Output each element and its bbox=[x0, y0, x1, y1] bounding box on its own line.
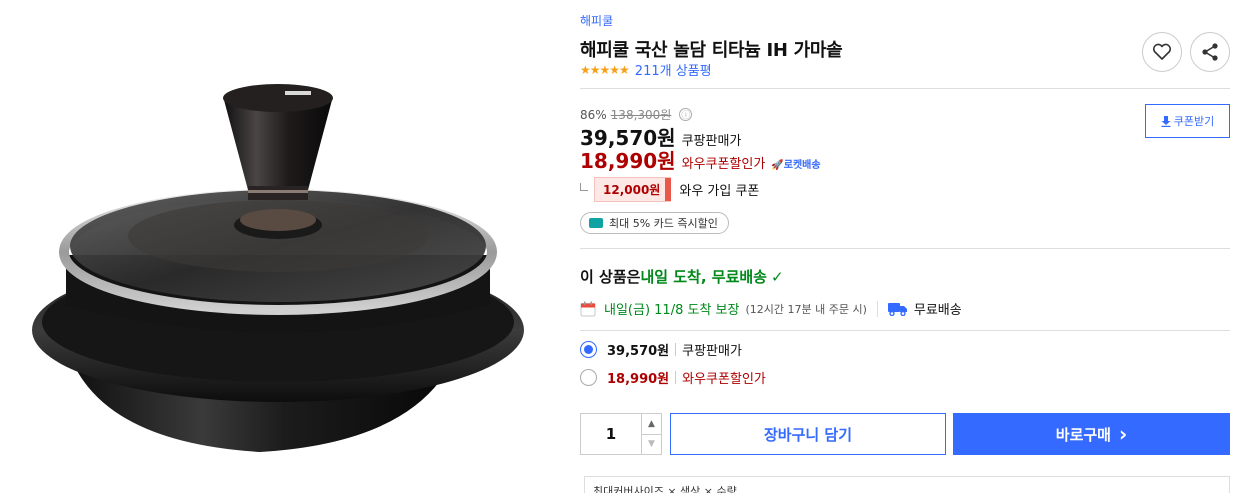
wow-price-row: 18,990원 와우쿠폰할인가 🚀로켓배송 bbox=[580, 145, 821, 174]
separator bbox=[876, 300, 878, 317]
arrival-date: 내일(금) 11/8 도착 보장 bbox=[604, 303, 740, 318]
rating-row[interactable]: ★★★★★ 211개 상품평 bbox=[580, 60, 712, 80]
rocket-delivery-badge: 🚀로켓배송 bbox=[771, 160, 821, 171]
discount-row: 86% 138,300원 ⓘ bbox=[580, 106, 693, 123]
like-button[interactable] bbox=[1142, 32, 1182, 72]
card-discount-badge[interactable]: 최대 5% 카드 즉시할인 bbox=[580, 212, 729, 234]
wow-price-label: 와우쿠폰할인가 bbox=[681, 157, 766, 172]
check-icon: ✓ bbox=[770, 267, 784, 286]
calendar-icon bbox=[580, 301, 596, 316]
option-selection-box[interactable]: 최대커버사이즈 × 색상 × 수량 bbox=[584, 476, 1230, 493]
option-radio-selected[interactable] bbox=[580, 341, 597, 358]
join-coupon-label: 와우 가입 쿠폰 bbox=[679, 184, 760, 199]
option-radio[interactable] bbox=[580, 369, 597, 386]
wow-join-coupon-row: 12,000원 와우 가입 쿠폰 bbox=[580, 177, 759, 202]
join-coupon-amount: 12,000원 bbox=[594, 177, 672, 202]
delivery-headline-highlight: 내일 도착, 무료배송 bbox=[640, 268, 767, 286]
option-price: 39,570원 bbox=[607, 344, 670, 359]
brand-link[interactable]: 해피쿨 bbox=[580, 12, 613, 29]
credit-card-icon bbox=[589, 218, 603, 228]
divider bbox=[580, 88, 1230, 89]
separator bbox=[675, 343, 677, 356]
share-button[interactable] bbox=[1190, 32, 1230, 72]
free-shipping-label: 무료배송 bbox=[913, 303, 962, 318]
price-option-sale[interactable]: 39,570원 쿠팡판매가 bbox=[580, 340, 742, 359]
quantity-input[interactable]: 1 bbox=[581, 414, 641, 454]
option-label: 쿠팡판매가 bbox=[682, 344, 742, 359]
quantity-arrows: ▲ ▼ bbox=[641, 414, 661, 454]
quantity-increase-button[interactable]: ▲ bbox=[642, 414, 661, 434]
heart-icon bbox=[1152, 43, 1172, 60]
chevron-right-icon: › bbox=[1118, 421, 1128, 446]
delivery-headline: 이 상품은 내일 도착, 무료배송 ✓ bbox=[580, 266, 784, 287]
buy-now-label: 바로구매 bbox=[1055, 425, 1111, 444]
delivery-headline-prefix: 이 상품은 bbox=[580, 268, 641, 286]
add-to-cart-label: 장바구니 담기 bbox=[763, 425, 853, 444]
option-price: 18,990원 bbox=[607, 372, 670, 387]
coupon-download-button[interactable]: 쿠폰받기 bbox=[1145, 104, 1230, 138]
divider bbox=[580, 248, 1230, 249]
product-info-panel: 해피쿨 해피쿨 국산 놀담 티타늄 IH 가마솥 ★★★★★ 211개 상품평 … bbox=[580, 0, 1230, 493]
divider bbox=[580, 330, 1230, 331]
discount-rate: 86% bbox=[580, 107, 607, 122]
product-image[interactable] bbox=[0, 0, 560, 493]
separator bbox=[675, 371, 677, 384]
card-discount-label: 최대 5% 카드 즉시할인 bbox=[609, 217, 718, 230]
share-icon bbox=[1202, 43, 1218, 61]
quantity-decrease-button[interactable]: ▼ bbox=[642, 433, 661, 455]
product-title: 해피쿨 국산 놀담 티타늄 IH 가마솥 bbox=[580, 40, 843, 61]
option-label: 와우쿠폰할인가 bbox=[682, 372, 766, 387]
add-to-cart-button[interactable]: 장바구니 담기 bbox=[670, 413, 946, 455]
buy-now-button[interactable]: 바로구매 › bbox=[953, 413, 1230, 455]
truck-icon bbox=[887, 302, 907, 316]
quantity-stepper[interactable]: 1 ▲ ▼ bbox=[580, 413, 662, 455]
wow-price: 18,990원 bbox=[580, 149, 676, 173]
option-selection-text: 최대커버사이즈 × 색상 × 수량 bbox=[593, 485, 737, 493]
review-count-link[interactable]: 211개 상품평 bbox=[635, 60, 712, 79]
arrival-note: (12시간 17분 내 주문 시) bbox=[745, 302, 867, 316]
price-option-wow[interactable]: 18,990원 와우쿠폰할인가 bbox=[580, 368, 766, 387]
info-icon[interactable]: ⓘ bbox=[679, 108, 693, 121]
branch-line bbox=[580, 182, 588, 191]
original-price: 138,300원 bbox=[610, 108, 672, 122]
coupon-download-label: 쿠폰받기 bbox=[1173, 115, 1215, 128]
rating-stars: ★★★★★ bbox=[580, 62, 630, 77]
arrival-row: 내일(금) 11/8 도착 보장 (12시간 17분 내 주문 시) 무료배송 bbox=[580, 299, 962, 318]
download-icon bbox=[1161, 115, 1171, 127]
